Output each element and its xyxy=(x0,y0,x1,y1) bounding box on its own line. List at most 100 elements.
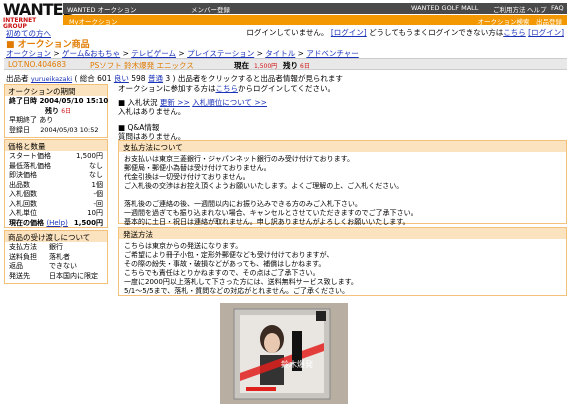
breadcrumb-playstation[interactable]: プレイステーション xyxy=(187,49,254,58)
current-price-row: 現在の価格 (Help) 1,500円 xyxy=(5,218,107,228)
delivery-row-value: 落札者 xyxy=(49,252,70,261)
price-row-value: 10円 xyxy=(87,209,103,217)
my-auction-link[interactable]: Myオークション xyxy=(69,16,117,26)
nav-help[interactable]: ヘルプ xyxy=(527,4,547,14)
seller-normal-link[interactable]: 普通 xyxy=(148,74,163,83)
nav-wanted-auction[interactable]: WANTED オークション xyxy=(67,4,137,14)
join-prompt: オークションに参加する方はこちらからログインしてください。 xyxy=(118,83,335,94)
shipping-line: 5/1～5/5まで、落札・質問などの対応がとれません。ご了承ください。 xyxy=(124,287,350,295)
delivery-heading: 商品の受け渡しについて xyxy=(5,231,107,242)
remain-row: 残り 6日 xyxy=(5,106,107,116)
nav-member-register[interactable]: メンバー登録 xyxy=(191,4,230,14)
price-help-link[interactable]: (Help) xyxy=(46,219,67,227)
cover-title-text: 鈴木爆発 xyxy=(281,359,313,369)
delivery-box: 商品の受け渡しについて 支払方法 銀行 送料負担 落札者 返品 できない 発送先 日本国… xyxy=(4,230,108,284)
price-row-value: -個 xyxy=(93,190,103,198)
reg-date-label: 登録日 xyxy=(9,125,30,134)
early-end-row: 早期終了 あり xyxy=(9,116,54,124)
orange-nav-bar: Myオークション オークション検索 出品登録 xyxy=(63,15,567,26)
breadcrumb-adventure[interactable]: アドベンチャー xyxy=(306,49,358,58)
payment-line: ご入札後の交渉はお控え頂くようお願いいたします。よくご理解の上、ご入札ください。 xyxy=(124,182,404,190)
breadcrumb-title[interactable]: タイトル xyxy=(265,49,295,58)
seller-normal-count: 3 ) xyxy=(165,74,176,83)
auction-period-heading: オークションの期間 xyxy=(5,85,107,96)
join-prefix: オークションに参加する方は xyxy=(118,84,216,93)
product-photo-icon: 鈴木爆発 xyxy=(220,303,348,404)
remaining-label: 残り xyxy=(283,61,298,70)
seller-label: 出品者 xyxy=(6,74,29,83)
price-rows: スタート価格 1,500円 最低落札価格 なし 即決価格 なし 出品数 1個 入札個数 -… xyxy=(5,151,107,227)
bid-ranking-link[interactable]: 入札順位について >> xyxy=(192,98,267,107)
price-row-value: なし xyxy=(89,171,103,179)
payment-line: 落札後のご連絡の後、一週間以内にお振り込みできる方のみご入札下さい。 xyxy=(124,200,362,208)
delivery-row-label: 発送先 xyxy=(9,271,30,280)
price-quantity-box: 価格と数量 スタート価格 1,500円 最低落札価格 なし 即決価格 なし 出品数 1個… xyxy=(4,139,108,228)
login-status-line: ログインしていません。 [ログイン] どうしてもうまくログインできない方はこちら… xyxy=(246,27,564,38)
breadcrumb-auction[interactable]: オークション xyxy=(6,49,51,58)
breadcrumb-games-toys[interactable]: ゲーム&おもちゃ xyxy=(62,49,120,58)
current-price-row-label: 現在の価格 xyxy=(9,218,44,227)
lot-number: LOT.NO.404683 xyxy=(8,60,67,69)
price-row-value: 1個 xyxy=(91,180,103,189)
delivery-row: 返品 できない xyxy=(5,261,107,271)
shipping-line: その際の紛失・事故・破損などがあっても、補償はしかねます。 xyxy=(124,260,326,268)
auction-search-link[interactable]: オークション検索 出品登録 xyxy=(478,16,563,26)
current-price-label: 現在 xyxy=(234,61,249,70)
seller-name-link[interactable]: yurueikazaki xyxy=(31,75,72,83)
logo-text: WANTED xyxy=(3,0,76,19)
delivery-row: 送料負担 落札者 xyxy=(5,252,107,262)
breadcrumb-tv-games[interactable]: テレビゲーム xyxy=(131,49,176,58)
price-row-label: 最低落札価格 xyxy=(9,161,51,170)
price-row-value: 1,500円 xyxy=(75,152,103,160)
price-row-label: スタート価格 xyxy=(9,152,51,160)
nav-golf-mall[interactable]: WANTED GOLF MALL xyxy=(411,4,478,12)
delivery-row-value: 日本国内に限定 xyxy=(49,271,98,280)
payment-line xyxy=(119,190,566,199)
price-row-value: なし xyxy=(89,161,103,170)
current-price-value: 1,500円 xyxy=(254,63,278,70)
shipping-heading: 発送方法 xyxy=(119,228,566,239)
seller-good-link[interactable]: 良い xyxy=(114,74,129,83)
price-row: スタート価格 1,500円 xyxy=(5,151,107,161)
price-row: 入札単位 10円 xyxy=(5,208,107,218)
seller-total: ( 総合 601 xyxy=(74,74,112,83)
seller-note: 出品者をクリックすると出品者情報が見られます xyxy=(177,74,343,83)
login-link-2[interactable]: [ログイン] xyxy=(528,28,564,37)
login-help-link[interactable]: こちら xyxy=(503,28,526,37)
delivery-row-value: 銀行 xyxy=(49,243,63,251)
shipping-box: 発送方法 こちらは東京からの発送になります。 ご希望により冊子小包・定形外郵便な… xyxy=(118,227,567,296)
payment-line: お支払いは東京三菱銀行・ジャパンネット銀行のみ受け付けております。 xyxy=(124,155,354,163)
join-login-link[interactable]: こちら xyxy=(216,84,239,93)
delivery-row-label: 返品 xyxy=(9,262,23,270)
login-status-text: ログインしていません。 xyxy=(246,28,329,37)
end-date-row: 終了日時 2004/05/10 15:10 xyxy=(5,96,109,106)
shipping-line: こちらでも責任はとりかねますので、その点はご了承下さい。 xyxy=(124,269,320,277)
price-row-value: -回 xyxy=(93,199,103,208)
nav-usage[interactable]: ご利用方法 xyxy=(493,4,526,14)
payment-line: 代金引換は一切受け付けておりません。 xyxy=(124,173,250,181)
end-date-label: 終了日時 xyxy=(9,97,37,105)
remain-value: 6日 xyxy=(61,107,72,115)
remaining-value: 6日 xyxy=(300,63,310,70)
auction-period-box: オークションの期間 終了日時 2004/05/10 15:10 残り 6日 早期… xyxy=(4,84,108,138)
delivery-row-value: できない xyxy=(49,262,77,270)
item-title: PSソフト 鈴木爆発 エニックス xyxy=(90,61,194,70)
end-date-value: 2004/05/10 15:10 xyxy=(39,97,109,105)
product-image[interactable]: 鈴木爆発 xyxy=(220,303,348,404)
lot-header-bar: LOT.NO.404683 PSソフト 鈴木爆発 エニックス 現在 1,500円… xyxy=(4,58,567,70)
delivery-row: 発送先 日本国内に限定 xyxy=(5,271,107,281)
join-suffix: からログインしてください。 xyxy=(238,84,336,93)
payment-line: 一週間を過ぎても振り込まれない場合、キャンセルとさせていただきますのでご了承下さ… xyxy=(124,209,418,217)
no-bids-text: 入札はありません。 xyxy=(118,107,186,116)
login-link[interactable]: [ログイン] xyxy=(331,28,367,37)
price-row: 出品数 1個 xyxy=(5,180,107,190)
seller-good-count: 598 xyxy=(131,74,146,83)
payment-lines: お支払いは東京三菱銀行・ジャパンネット銀行のみ受け付けております。 郵便局・郵便… xyxy=(119,152,566,226)
price-row: 入札個数 -個 xyxy=(5,189,107,199)
nav-faq[interactable]: FAQ xyxy=(551,4,564,12)
delivery-row: 支払方法 銀行 xyxy=(5,242,107,252)
shipping-line: 一度に2000円以上落札して下さった方には、送料無料サービス致します。 xyxy=(124,278,358,286)
price-row-label: 入札単位 xyxy=(9,209,37,217)
delivery-row-label: 送料負担 xyxy=(9,252,37,261)
delivery-row-label: 支払方法 xyxy=(9,243,37,251)
